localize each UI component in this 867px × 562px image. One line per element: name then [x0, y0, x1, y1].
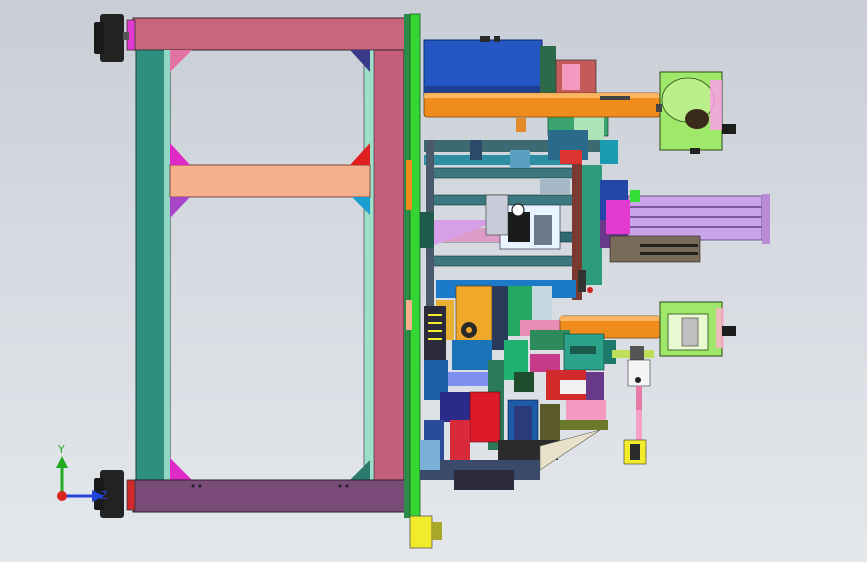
lower-bearing-housing — [659, 301, 736, 357]
cad-3d-viewport[interactable]: Y Z — [0, 0, 867, 562]
frame-right-post — [371, 49, 405, 481]
pneumatic-cylinder — [606, 190, 770, 263]
triad-y-label: Y — [57, 443, 65, 456]
frame-top-beam — [132, 17, 409, 51]
guide-rod-4 — [431, 255, 581, 267]
guide-rod-1 — [431, 167, 581, 179]
leveling-foot-top — [94, 14, 136, 62]
machine-frame — [94, 14, 409, 518]
frame-bottom-beam — [132, 479, 409, 513]
upper-bearing-housing — [656, 71, 736, 154]
frame-crossbar — [169, 164, 371, 198]
triad-z-label: Z — [100, 489, 108, 502]
